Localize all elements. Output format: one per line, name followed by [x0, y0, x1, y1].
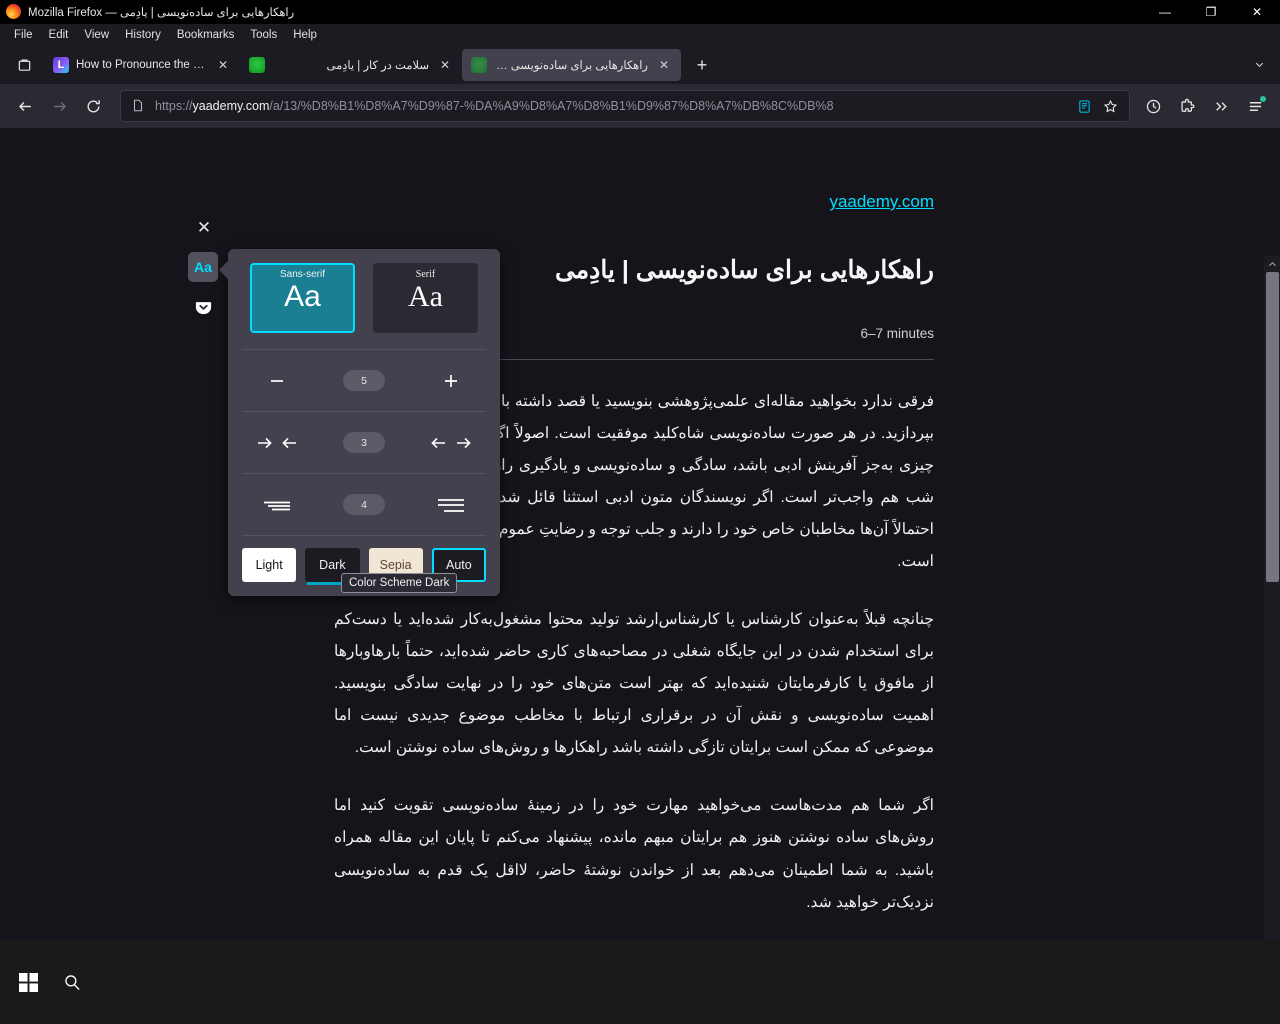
reload-button[interactable] [76, 90, 110, 122]
menu-history[interactable]: History [117, 27, 169, 43]
tab-title: How to Pronounce the /ɪ/ Soun [76, 59, 207, 71]
content-width-value: 3 [343, 432, 385, 453]
content-width-row: 3 [228, 412, 500, 473]
article-domain: yaademy.com [334, 192, 934, 212]
tab-0[interactable]: How to Pronounce the /ɪ/ Soun ✕ [44, 49, 240, 81]
close-window-button[interactable]: ✕ [1234, 0, 1280, 24]
page-content: yaademy.com راهکارهایی برای ساده‌نویسی |… [0, 128, 1280, 940]
new-tab-button[interactable]: + [687, 50, 717, 80]
window-title: راهکارهایی برای ساده‌نویسی | یادِمی — Mo… [28, 7, 295, 19]
url-path: /a/13/%D8%B1%D8%A7%D9%87-%DA%A9%D8%A7%D8… [269, 99, 834, 113]
window-controls: — ❐ ✕ [1142, 0, 1280, 24]
firefox-window: راهکارهایی برای ساده‌نویسی | یادِمی — Mo… [0, 0, 1280, 1024]
tab-title: سلامت در کار | یادِمی [326, 60, 430, 72]
font-size-decrease-button[interactable] [254, 364, 300, 398]
font-sans-serif-label: Sans-serif [279, 269, 325, 280]
app-menu-button[interactable] [1238, 90, 1272, 122]
tab-2[interactable]: راهکارهایی برای ساده‌نویسی | یادِ… ✕ [462, 49, 681, 81]
font-serif-label: Serif [415, 269, 436, 280]
content-width-increase-button[interactable] [428, 426, 474, 460]
line-spacing-decrease-button[interactable] [254, 488, 300, 522]
reader-view-icon[interactable] [1071, 93, 1097, 119]
font-sans-serif-button[interactable]: Sans-serif Aa [250, 263, 355, 333]
menu-tools[interactable]: Tools [242, 27, 285, 43]
type-controls-label: Aa [194, 259, 212, 275]
url-bar[interactable]: https://yaademy.com/a/13/%D8%B1%D8%A7%D9… [120, 90, 1130, 122]
vertical-scrollbar[interactable] [1264, 256, 1280, 940]
extensions-icon[interactable] [1170, 90, 1204, 122]
url-scheme: https:// [155, 99, 193, 113]
bookmark-star-icon[interactable] [1097, 93, 1123, 119]
font-sans-serif-sample: Aa [284, 280, 321, 313]
tab-close-icon[interactable]: ✕ [436, 56, 454, 74]
reader-article: yaademy.com راهکارهایی برای ساده‌نویسی |… [0, 128, 1264, 940]
url-text: https://yaademy.com/a/13/%D8%B1%D8%A7%D9… [155, 99, 1071, 113]
app-menu-notification-dot [1260, 96, 1266, 102]
font-size-value: 5 [343, 370, 385, 391]
forward-button[interactable] [42, 90, 76, 122]
history-button[interactable] [1136, 90, 1170, 122]
reader-toolbar: Aa [188, 252, 220, 332]
tab-list: How to Pronounce the /ɪ/ Soun ✕ سلامت در… [44, 46, 1280, 84]
scrollbar-thumb[interactable] [1266, 272, 1279, 582]
type-controls-button[interactable]: Aa [188, 252, 218, 282]
font-size-increase-button[interactable] [428, 364, 474, 398]
save-to-pocket-button[interactable] [188, 292, 218, 322]
taskbar: Sticky Notes Document - Word... Mozilla … [0, 940, 1280, 1024]
tab-close-icon[interactable]: ✕ [655, 56, 673, 74]
chevron-down-icon[interactable] [1246, 52, 1272, 76]
article-paragraph: چنانچه قبلاً به‌عنوان کارشناس یا کارشناس… [334, 610, 934, 757]
font-size-row: 5 [228, 350, 500, 411]
font-serif-button[interactable]: Serif Aa [373, 263, 478, 333]
tab-strip: How to Pronounce the /ɪ/ Soun ✕ سلامت در… [0, 46, 1280, 84]
color-scheme-tooltip: Color Scheme Dark [341, 573, 458, 593]
url-host: yaademy.com [192, 99, 270, 113]
menu-help[interactable]: Help [285, 27, 325, 43]
minimize-button[interactable]: — [1142, 0, 1188, 24]
tab-close-icon[interactable]: ✕ [214, 56, 232, 74]
back-button[interactable] [8, 90, 42, 122]
title-bar: راهکارهایی برای ساده‌نویسی | یادِمی — Mo… [0, 0, 1280, 24]
scroll-up-icon[interactable] [1264, 256, 1280, 272]
color-scheme-light-button[interactable]: Light [242, 548, 297, 582]
menu-bookmarks[interactable]: Bookmarks [169, 27, 243, 43]
reader-type-controls-popup: Sans-serif Aa Serif Aa 5 3 4 Light Dark … [219, 249, 500, 596]
site-favicon-icon [249, 57, 265, 73]
navigation-toolbar: https://yaademy.com/a/13/%D8%B1%D8%A7%D9… [0, 84, 1280, 128]
content-width-decrease-button[interactable] [254, 426, 300, 460]
maximize-button[interactable]: ❐ [1188, 0, 1234, 24]
menu-view[interactable]: View [76, 27, 117, 43]
search-icon[interactable] [52, 962, 92, 1002]
lingoda-favicon-icon [53, 57, 69, 73]
tab-title: راهکارهایی برای ساده‌نویسی | یادِ… [494, 60, 648, 72]
line-spacing-row: 4 [228, 474, 500, 535]
line-spacing-increase-button[interactable] [428, 488, 474, 522]
tab-1[interactable]: سلامت در کار | یادِمی ✕ [240, 49, 462, 81]
font-type-row: Sans-serif Aa Serif Aa [228, 249, 500, 349]
font-serif-sample: Aa [408, 280, 443, 313]
article-domain-link[interactable]: yaademy.com [829, 192, 934, 211]
page-info-icon[interactable] [131, 98, 147, 114]
article-paragraph: اگر شما هم مدت‌هاست می‌خواهید مهارت خود … [334, 797, 934, 911]
overflow-menu-button[interactable] [1204, 90, 1238, 122]
menu-edit[interactable]: Edit [41, 27, 77, 43]
menu-bar: File Edit View History Bookmarks Tools H… [0, 24, 1280, 46]
list-all-tabs-icon[interactable] [6, 49, 42, 81]
site-favicon-icon [471, 57, 487, 73]
start-button-icon[interactable] [8, 962, 48, 1002]
firefox-logo-icon [6, 4, 22, 20]
close-reader-view-icon[interactable]: ✕ [192, 216, 216, 240]
menu-file[interactable]: File [6, 27, 41, 43]
line-spacing-value: 4 [343, 494, 385, 515]
